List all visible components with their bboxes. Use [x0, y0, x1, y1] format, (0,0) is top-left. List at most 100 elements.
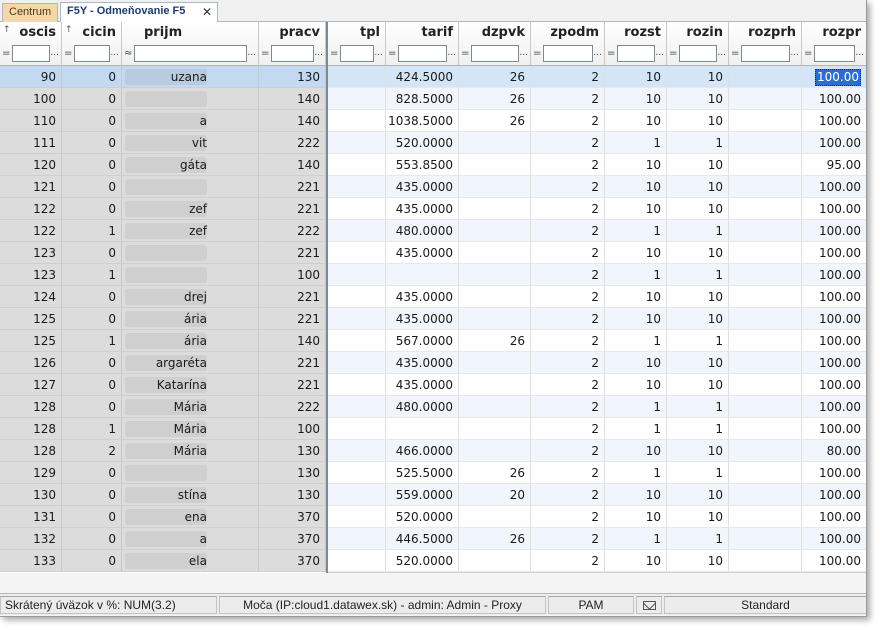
cell-rozprh[interactable]	[729, 440, 802, 462]
cell-rozprh[interactable]	[729, 132, 802, 154]
cell-oscis[interactable]: 131	[0, 506, 62, 528]
cell-cicin[interactable]: 0	[62, 198, 122, 220]
table-row[interactable]: 122 1 zef 222 480.0000 2 1 1 100.00	[0, 220, 866, 242]
cell-cicin[interactable]: 1	[62, 220, 122, 242]
cell-dzpvk[interactable]: 26	[459, 110, 531, 132]
cell-tpl[interactable]	[328, 154, 386, 176]
table-row[interactable]: 120 0 gáta 140 553.8500 2 10 10 95.00	[0, 154, 866, 176]
cell-rozin[interactable]: 10	[667, 550, 729, 572]
cell-rozprh[interactable]	[729, 484, 802, 506]
cell-dzpvk[interactable]: 26	[459, 66, 531, 88]
cell-cicin[interactable]: 0	[62, 88, 122, 110]
table-row[interactable]: 124 0 drej 221 435.0000 2 10 10 100.00	[0, 286, 866, 308]
cell-cicin[interactable]: 0	[62, 506, 122, 528]
cell-pracv[interactable]: 130	[259, 462, 326, 484]
cell-rozst[interactable]: 10	[605, 286, 667, 308]
cell-tarif[interactable]: 435.0000	[386, 176, 459, 198]
cell-oscis[interactable]: 129	[0, 462, 62, 484]
cell-dzpvk[interactable]	[459, 264, 531, 286]
table-row[interactable]: 125 0 ária 221 435.0000 2 10 10 100.00	[0, 308, 866, 330]
cell-prijm[interactable]: a	[122, 528, 259, 550]
cell-tarif[interactable]: 424.5000	[386, 66, 459, 88]
cell-prijm[interactable]: a	[122, 110, 259, 132]
cell-pracv[interactable]: 140	[259, 110, 326, 132]
cell-oscis[interactable]: 100	[0, 88, 62, 110]
table-row[interactable]: 132 0 a 370 446.5000 26 2 1 1 100.00	[0, 528, 866, 550]
cell-prijm[interactable]: drej	[122, 286, 259, 308]
cell-zpodm[interactable]: 2	[531, 440, 605, 462]
cell-dzpvk[interactable]	[459, 154, 531, 176]
table-row[interactable]: 123 1 100 2 1 1 100.00	[0, 264, 866, 286]
table-row[interactable]: 121 0 221 435.0000 2 10 10 100.00	[0, 176, 866, 198]
cell-tarif[interactable]: 480.0000	[386, 220, 459, 242]
filter-input-tarif[interactable]	[398, 45, 447, 62]
filter-more-button[interactable]: ...	[247, 48, 256, 58]
cell-tarif[interactable]	[386, 264, 459, 286]
cell-dzpvk[interactable]	[459, 396, 531, 418]
filter-more-button[interactable]: ...	[50, 48, 59, 58]
cell-rozst[interactable]: 10	[605, 176, 667, 198]
table-row[interactable]: 131 0 ena 370 520.0000 2 10 10 100.00	[0, 506, 866, 528]
cell-tarif[interactable]: 466.0000	[386, 440, 459, 462]
filter-more-button[interactable]: ...	[790, 48, 799, 58]
cell-tarif[interactable]: 520.0000	[386, 506, 459, 528]
cell-tpl[interactable]	[328, 462, 386, 484]
cell-pracv[interactable]: 221	[259, 242, 326, 264]
cell-rozprh[interactable]	[729, 220, 802, 242]
filter-operator[interactable]: ≈	[124, 48, 132, 59]
cell-tarif[interactable]: 435.0000	[386, 198, 459, 220]
cell-dzpvk[interactable]	[459, 308, 531, 330]
cell-rozin[interactable]: 1	[667, 528, 729, 550]
cell-rozpr[interactable]: 100.00	[802, 132, 866, 154]
cell-rozin[interactable]: 10	[667, 110, 729, 132]
cell-prijm[interactable]: zef	[122, 220, 259, 242]
cell-rozin[interactable]: 10	[667, 286, 729, 308]
cell-pracv[interactable]: 222	[259, 132, 326, 154]
filter-more-button[interactable]: ...	[110, 48, 119, 58]
cell-rozin[interactable]: 10	[667, 440, 729, 462]
cell-rozpr[interactable]: 80.00	[802, 440, 866, 462]
cell-oscis[interactable]: 122	[0, 198, 62, 220]
cell-tpl[interactable]	[328, 308, 386, 330]
cell-rozprh[interactable]	[729, 528, 802, 550]
table-row[interactable]: 128 0 Mária 222 480.0000 2 1 1 100.00	[0, 396, 866, 418]
cell-dzpvk[interactable]: 26	[459, 528, 531, 550]
cell-tpl[interactable]	[328, 242, 386, 264]
cell-tarif[interactable]: 435.0000	[386, 374, 459, 396]
table-row[interactable]: 126 0 argaréta 221 435.0000 2 10 10 100.00	[0, 352, 866, 374]
cell-pracv[interactable]: 221	[259, 308, 326, 330]
cell-pracv[interactable]: 221	[259, 176, 326, 198]
cell-cicin[interactable]: 1	[62, 418, 122, 440]
cell-zpodm[interactable]: 2	[531, 308, 605, 330]
frozen-column-splitter[interactable]	[326, 22, 328, 573]
filter-more-button[interactable]: ...	[374, 48, 383, 58]
cell-cicin[interactable]: 0	[62, 396, 122, 418]
cell-rozin[interactable]: 10	[667, 352, 729, 374]
cell-zpodm[interactable]: 2	[531, 396, 605, 418]
cell-zpodm[interactable]: 2	[531, 176, 605, 198]
cell-rozprh[interactable]	[729, 352, 802, 374]
cell-prijm[interactable]: Mária	[122, 418, 259, 440]
cell-oscis[interactable]: 90	[0, 66, 62, 88]
cell-rozprh[interactable]	[729, 286, 802, 308]
cell-pracv[interactable]: 130	[259, 484, 326, 506]
cell-tpl[interactable]	[328, 132, 386, 154]
cell-zpodm[interactable]: 2	[531, 154, 605, 176]
cell-cicin[interactable]: 1	[62, 264, 122, 286]
cell-rozin[interactable]: 1	[667, 220, 729, 242]
cell-prijm[interactable]: Mária	[122, 440, 259, 462]
cell-cicin[interactable]: 0	[62, 550, 122, 572]
cell-rozpr[interactable]: 100.00	[802, 110, 866, 132]
cell-tpl[interactable]	[328, 418, 386, 440]
cell-rozpr[interactable]: 100.00	[802, 418, 866, 440]
filter-operator[interactable]: =	[669, 48, 677, 59]
cell-tpl[interactable]	[328, 396, 386, 418]
cell-oscis[interactable]: 120	[0, 154, 62, 176]
cell-zpodm[interactable]: 2	[531, 528, 605, 550]
cell-rozin[interactable]: 10	[667, 374, 729, 396]
cell-prijm[interactable]	[122, 264, 259, 286]
cell-prijm[interactable]	[122, 176, 259, 198]
cell-zpodm[interactable]: 2	[531, 66, 605, 88]
filter-operator[interactable]: =	[64, 48, 72, 59]
cell-pracv[interactable]: 370	[259, 550, 326, 572]
